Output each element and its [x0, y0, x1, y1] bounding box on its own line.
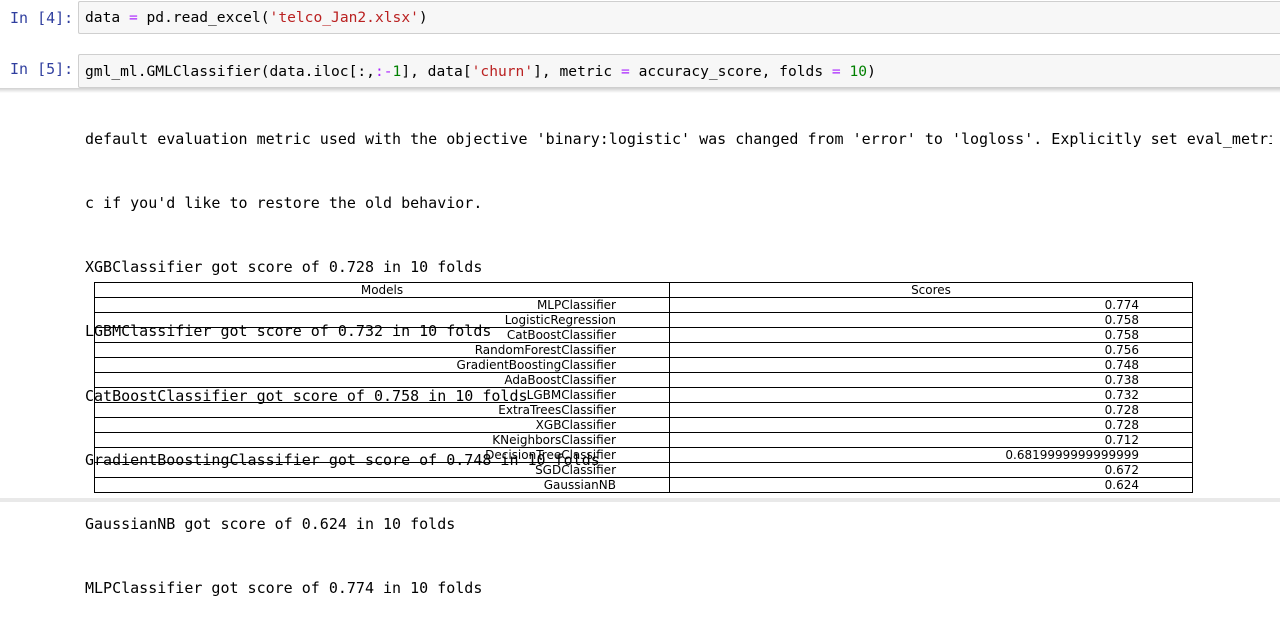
model-name-cell: XGBClassifier — [94, 417, 670, 433]
score-cell: 0.672 — [669, 462, 1193, 478]
column-header-models: Models — [94, 282, 670, 298]
output-line: default evaluation metric used with the … — [85, 129, 1272, 148]
code-token: ) — [867, 62, 876, 80]
model-name-cell: CatBoostClassifier — [94, 327, 670, 343]
code-token: = — [128, 9, 138, 26]
score-cell: 0.624 — [669, 477, 1193, 493]
score-cell: 0.748 — [669, 357, 1193, 373]
column-header-scores: Scores — [669, 282, 1193, 298]
code-cell-5[interactable]: In [5]: gml_ml.GMLClassifier(data.iloc[:… — [0, 47, 1280, 90]
table-row: SGDClassifier 0.672 — [94, 462, 1193, 478]
code-input[interactable]: gml_ml.GMLClassifier(data.iloc[:,:- 1], d… — [78, 54, 1280, 88]
output-line: GaussianNB got score of 0.624 in 10 fold… — [85, 515, 456, 534]
code-token: = — [831, 62, 841, 80]
results-table-figure: Models Scores MLPClassifier 0.774 Logistic… — [94, 282, 1193, 493]
table-row: LogisticRegression 0.758 — [94, 312, 1193, 328]
code-token: gml_ml.GMLClassifier(data.iloc[:, — [85, 62, 375, 80]
table-row: LGBMClassifier 0.732 — [94, 387, 1193, 403]
code-token: ) — [418, 9, 428, 26]
code-token: accuracy_score, folds — [629, 62, 832, 80]
table-row: ExtraTreesClassifier 0.728 — [94, 402, 1193, 418]
score-cell: 0.758 — [669, 327, 1193, 343]
model-name-cell: GradientBoostingClassifier — [94, 357, 670, 373]
code-token: 'telco_Jan2.xlsx' — [269, 9, 419, 26]
code-token: :- — [374, 62, 393, 80]
score-cell: 0.6819999999999999 — [669, 447, 1193, 463]
table-row: KNeighborsClassifier 0.712 — [94, 432, 1193, 448]
code-token: = — [621, 62, 630, 80]
code-token: 10 — [849, 62, 868, 80]
model-name-cell: ExtraTreesClassifier — [94, 402, 670, 418]
score-cell: 0.728 — [669, 402, 1193, 418]
bottom-edge — [0, 498, 1280, 502]
output-line: MLPClassifier got score of 0.774 in 10 f… — [85, 579, 483, 598]
table-row: XGBClassifier 0.728 — [94, 417, 1193, 433]
model-name-cell: DecisionTreeClassifier — [94, 447, 670, 463]
input-prompt: In [4]: — [10, 9, 74, 27]
table-row: CatBoostClassifier 0.758 — [94, 327, 1193, 343]
model-name-cell: RandomForestClassifier — [94, 342, 670, 358]
code-cell-4[interactable]: In [4]: data = pd.read_excel('telco_Jan2… — [0, 0, 1280, 36]
table-row: AdaBoostClassifier 0.738 — [94, 372, 1193, 388]
code-input[interactable]: data = pd.read_excel('telco_Jan2.xlsx') — [78, 1, 1280, 34]
model-name-cell: GaussianNB — [94, 477, 670, 493]
model-name-cell: KNeighborsClassifier — [94, 432, 670, 448]
table-row: MLPClassifier 0.774 — [94, 297, 1193, 313]
score-cell: 0.732 — [669, 387, 1193, 403]
table-row: RandomForestClassifier 0.756 — [94, 342, 1193, 358]
score-cell: 0.774 — [669, 297, 1193, 313]
code-token: 1 — [392, 62, 402, 80]
model-name-cell: LogisticRegression — [94, 312, 670, 328]
output-line: c if you'd like to restore the old behav… — [85, 194, 483, 213]
score-cell: 0.728 — [669, 417, 1193, 433]
score-cell: 0.758 — [669, 312, 1193, 328]
score-cell: 0.756 — [669, 342, 1193, 358]
code-token: data — [85, 9, 129, 26]
code-token: pd.read_excel( — [137, 9, 270, 26]
code-token: ], metric — [533, 62, 622, 80]
model-name-cell: MLPClassifier — [94, 297, 670, 313]
model-name-cell: LGBMClassifier — [94, 387, 670, 403]
code-token: ], data[ — [401, 62, 472, 80]
input-prompt: In [5]: — [10, 59, 74, 78]
score-cell: 0.712 — [669, 432, 1193, 448]
score-cell: 0.738 — [669, 372, 1193, 388]
results-table: Models Scores MLPClassifier 0.774 Logistic… — [94, 282, 1193, 493]
table-header-row: Models Scores — [94, 282, 1193, 298]
table-row: DecisionTreeClassifier 0.6819999999999999 — [94, 447, 1193, 463]
table-row: GradientBoostingClassifier 0.748 — [94, 357, 1193, 373]
model-name-cell: AdaBoostClassifier — [94, 372, 670, 388]
model-name-cell: SGDClassifier — [94, 462, 670, 478]
output-line: XGBClassifier got score of 0.728 in 10 f… — [85, 258, 483, 277]
code-token: 'churn' — [471, 62, 534, 80]
table-row: GaussianNB 0.624 — [94, 477, 1193, 493]
